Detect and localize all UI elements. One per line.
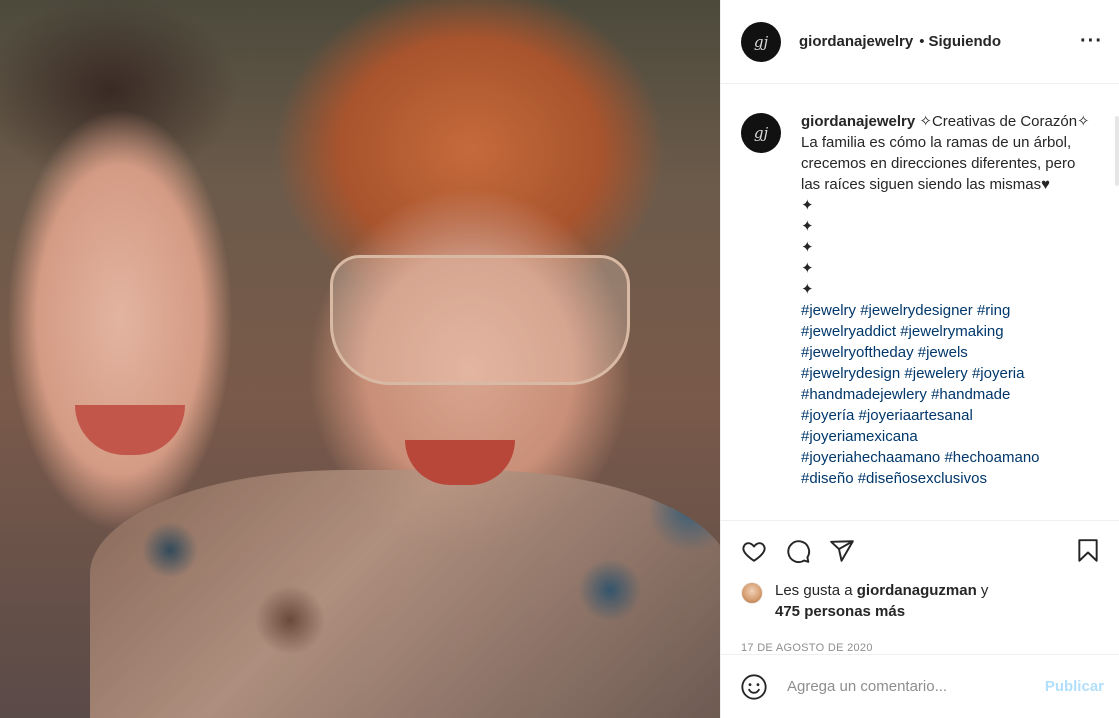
sparkle-line: ✦ [801,218,814,235]
hashtag-link[interactable]: #jewelryoftheday [801,344,914,361]
separator-dot: • [919,33,925,50]
comments-scrollbar[interactable] [1115,116,1119,186]
hashtag-link[interactable]: #handmadejewlery [801,386,927,403]
hashtag-line: #jewelrydesign #jewelery #joyeria [801,363,1091,384]
hashtag-link[interactable]: #joyeriaartesanal [859,407,973,424]
caption-username[interactable]: giordanajewelry [801,113,915,130]
hashtag-line: #jewelryaddict #jewelrymaking [801,321,1091,342]
hashtag-link[interactable]: #joyeria [972,365,1025,382]
hashtag-line: #jewelryoftheday #jewels [801,342,1091,363]
post-actions [721,520,1119,580]
hashtag-link[interactable]: #ring [977,302,1010,319]
account-username[interactable]: giordanajewelry [799,33,913,50]
hashtag-link[interactable]: #handmade [931,386,1010,403]
sparkle-line: ✦ [801,260,814,277]
sparkle-line: ✦ [801,197,814,214]
hashtag-line: #handmadejewlery #handmade [801,384,1091,405]
heart-icon[interactable] [739,536,769,566]
sparkle-line: ✦ [801,239,814,256]
hashtag-link[interactable]: #diseño [801,470,854,487]
hashtag-line: #jewelry #jewelrydesigner #ring [801,300,1091,321]
post-caption: giordanajewelry ✧Creativas de Corazón✧ L… [801,111,1091,520]
hashtag-line: #joyeriahechaamano #hechoamano [801,447,1091,468]
account-avatar[interactable]: gj [741,21,781,62]
liker-avatar[interactable] [741,582,763,604]
share-icon[interactable] [827,536,857,566]
add-comment-bar: Publicar [721,654,1119,718]
publish-button[interactable]: Publicar [1045,678,1104,695]
hashtag-link[interactable]: #jewelrydesign [801,365,900,382]
bookmark-icon[interactable] [1073,536,1103,566]
hashtag-line: #joyería #joyeriaartesanal [801,405,1091,426]
hashtag-list: #jewelry #jewelrydesigner #ring #jewelrya… [801,300,1091,489]
post-photo[interactable] [0,0,720,718]
hashtag-link[interactable]: #jewelery [904,365,967,382]
hashtag-link[interactable]: #diseñosexclusivos [858,470,987,487]
emoji-icon[interactable] [739,672,769,702]
comment-input[interactable] [787,678,1045,695]
likes-suffix: y [976,582,989,599]
hashtag-link[interactable]: #joyería [801,407,854,424]
comments-section: gj giordanajewelry ✧Creativas de Corazón… [721,84,1119,520]
comment-icon[interactable] [783,536,813,566]
likes-text: Les gusta a giordanaguzman y 475 persona… [775,580,988,622]
caption-avatar[interactable]: gj [741,113,781,153]
hashtag-link[interactable]: #joyeriamexicana [801,428,918,445]
likes-others-link[interactable]: 475 personas más [775,603,905,620]
likes-summary: Les gusta a giordanaguzman y 475 persona… [721,580,1119,630]
hashtag-link[interactable]: #jewelryaddict [801,323,896,340]
liker-username[interactable]: giordanaguzman [857,582,977,599]
photo-detail [90,470,720,718]
hashtag-line: #joyeriamexicana [801,426,1091,447]
hashtag-link[interactable]: #jewelrydesigner [860,302,973,319]
hashtag-link[interactable]: #hechoamano [944,449,1039,466]
post-header: gj giordanajewelry • Siguiendo ··· [721,0,1119,84]
photo-detail [75,405,185,455]
hashtag-line: #diseño #diseñosexclusivos [801,468,1091,489]
likes-prefix: Les gusta a [775,582,857,599]
sparkle-line: ✦ [801,281,814,298]
following-button[interactable]: Siguiendo [928,33,1001,50]
hashtag-link[interactable]: #jewelrymaking [900,323,1003,340]
photo-detail [330,255,630,385]
hashtag-link[interactable]: #jewels [918,344,968,361]
post-details-panel: gj giordanajewelry • Siguiendo ··· gj gi… [720,0,1119,718]
hashtag-link[interactable]: #joyeriahechaamano [801,449,940,466]
more-options-icon[interactable]: ··· [1080,30,1103,53]
hashtag-link[interactable]: #jewelry [801,302,856,319]
